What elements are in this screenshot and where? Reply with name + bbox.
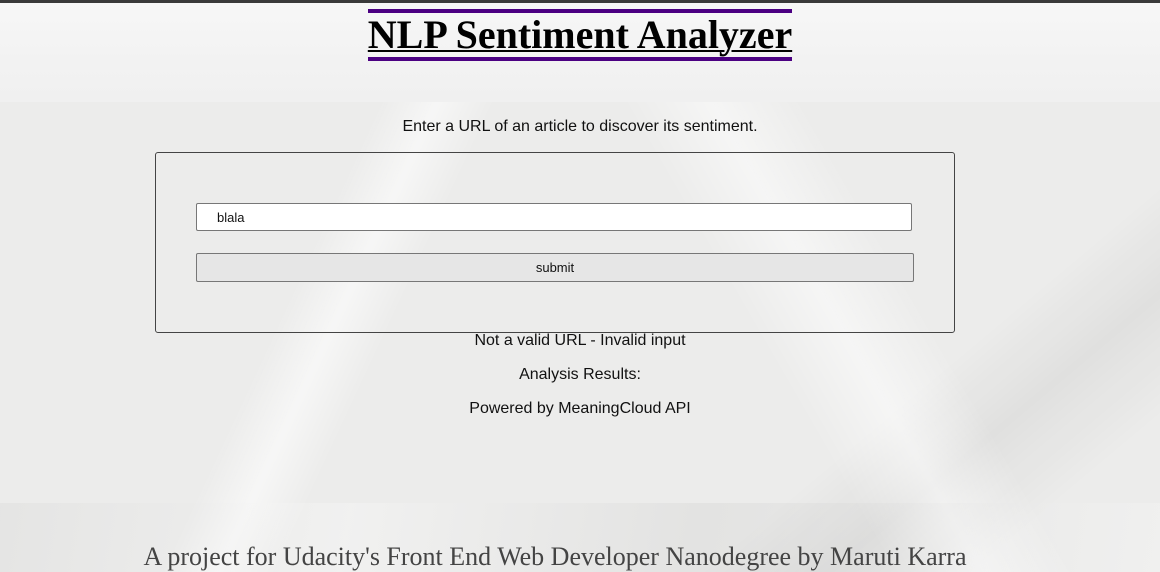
- submit-button[interactable]: submit: [196, 253, 914, 282]
- page-header: NLP Sentiment Analyzer: [0, 3, 1160, 102]
- page-title: NLP Sentiment Analyzer: [0, 9, 1160, 61]
- url-form: submit: [155, 152, 955, 333]
- main-content: Enter a URL of an article to discover it…: [0, 102, 1160, 502]
- url-input[interactable]: [196, 203, 912, 231]
- intro-text: Enter a URL of an article to discover it…: [402, 118, 758, 135]
- page-footer: A project for Udacity's Front End Web De…: [0, 503, 1160, 572]
- results-label: Analysis Results:: [519, 366, 641, 383]
- powered-by-text: Powered by MeaningCloud API: [469, 400, 691, 417]
- page-title-text: NLP Sentiment Analyzer: [367, 9, 793, 61]
- footer-text: A project for Udacity's Front End Web De…: [143, 542, 967, 571]
- error-message: Not a valid URL - Invalid input: [474, 332, 686, 349]
